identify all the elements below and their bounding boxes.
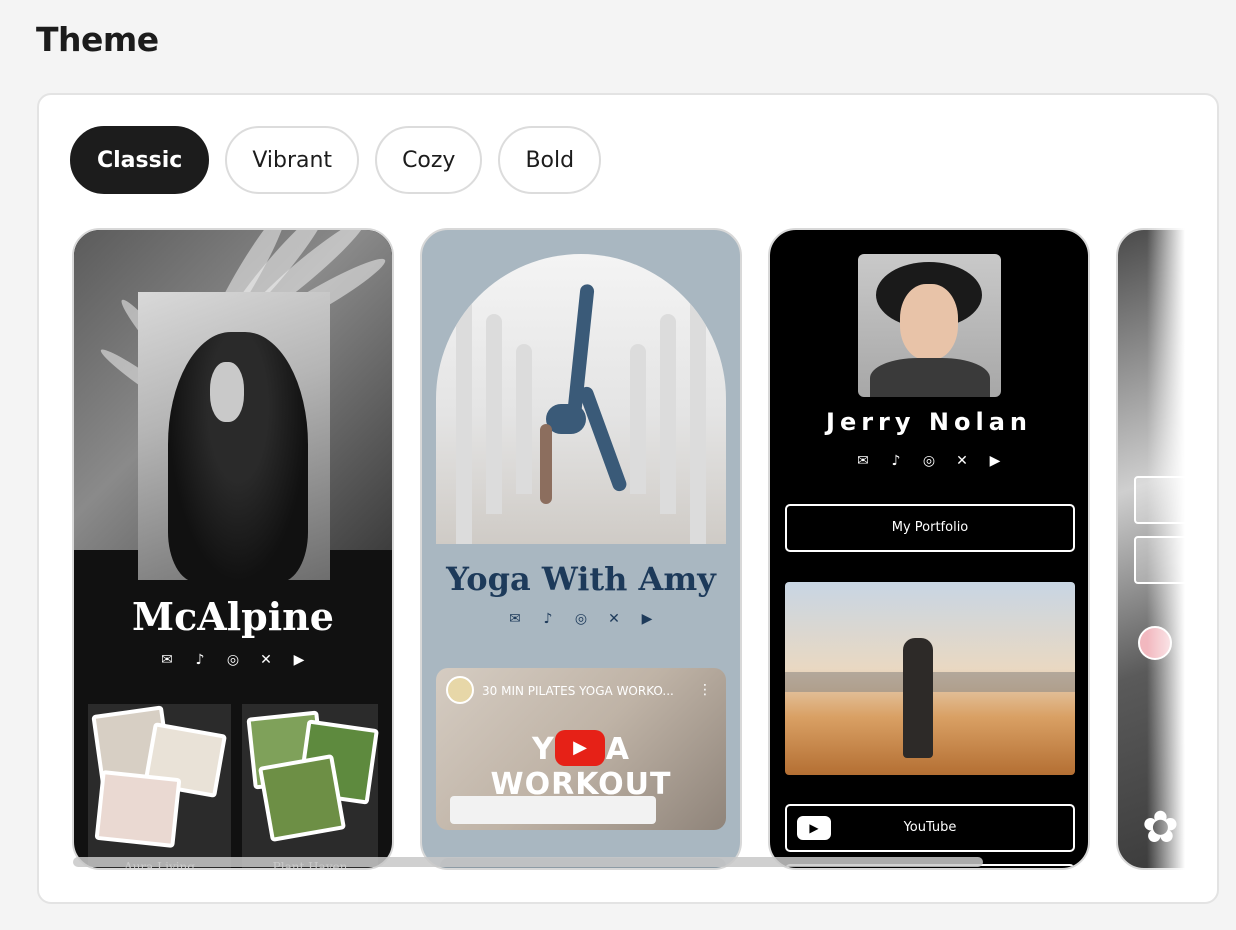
tab-classic[interactable]: Classic <box>70 126 210 194</box>
social-links: ✉ ♪ ◎ ✕ ▶ <box>74 651 392 670</box>
theme-card-mcalpine[interactable]: McAlpine ✉ ♪ ◎ ✕ ▶ Aura Living Plant Hav… <box>72 228 394 870</box>
instagram-icon[interactable]: ◎ <box>224 651 243 670</box>
link-tile[interactable]: Aura Living <box>88 704 231 868</box>
mail-icon[interactable]: ✉ <box>506 610 525 629</box>
carousel-scrollbar[interactable] <box>73 857 983 867</box>
mail-icon[interactable]: ✉ <box>158 651 177 670</box>
tiktok-icon[interactable]: ♪ <box>191 651 210 670</box>
profile-photo <box>858 254 1001 397</box>
video-embed[interactable]: 30 MIN PILATES YOGA WORKO... ⋮ YOGA WORK… <box>436 668 726 830</box>
desert-photo <box>785 582 1075 775</box>
channel-avatar <box>446 676 474 704</box>
mail-icon[interactable]: ✉ <box>854 452 873 471</box>
instagram-icon[interactable]: ◎ <box>920 452 939 471</box>
play-button-icon[interactable]: ▶ <box>555 730 605 766</box>
video-title: 30 MIN PILATES YOGA WORKO... <box>482 684 674 698</box>
profile-name: Jerry Nolan <box>826 408 1032 436</box>
youtube-icon[interactable]: ▶ <box>986 452 1005 471</box>
tiktok-icon[interactable]: ♪ <box>887 452 906 471</box>
profile-photo <box>138 292 330 580</box>
youtube-icon[interactable]: ▶ <box>290 651 309 670</box>
x-icon[interactable]: ✕ <box>953 452 972 471</box>
profile-name: Yoga With Amy <box>446 560 716 598</box>
x-icon[interactable]: ✕ <box>605 610 624 629</box>
instagram-icon[interactable]: ◎ <box>572 610 591 629</box>
tab-cozy[interactable]: Cozy <box>375 126 483 194</box>
social-links: ✉ ♪ ◎ ✕ ▶ <box>422 610 740 629</box>
portfolio-link-button[interactable]: My Portfolio <box>785 504 1075 552</box>
theme-tabs: Classic Vibrant Cozy Bold <box>70 126 602 194</box>
theme-panel: Classic Vibrant Cozy Bold McAlpine ✉ ♪ ◎… <box>37 93 1219 904</box>
link-tile[interactable]: Plant Haven <box>242 704 379 868</box>
x-icon[interactable]: ✕ <box>257 651 276 670</box>
tab-bold[interactable]: Bold <box>498 126 602 194</box>
youtube-link-button[interactable]: ▶ YouTube <box>785 804 1075 852</box>
tab-vibrant[interactable]: Vibrant <box>225 126 360 194</box>
theme-carousel: McAlpine ✉ ♪ ◎ ✕ ▶ Aura Living Plant Hav… <box>72 228 1187 872</box>
arch-photo <box>436 254 726 544</box>
theme-card-yoga[interactable]: Yoga With Amy ✉ ♪ ◎ ✕ ▶ 30 MIN PILATES Y… <box>420 228 742 870</box>
tiktok-icon[interactable]: ♪ <box>539 610 558 629</box>
theme-card-jerry[interactable]: Jerry Nolan ✉ ♪ ◎ ✕ ▶ My Portfolio ▶ You… <box>768 228 1090 870</box>
button-label: YouTube <box>903 820 957 835</box>
carousel-fade <box>1147 228 1187 872</box>
profile-name: McAlpine <box>132 594 334 639</box>
social-links: ✉ ♪ ◎ ✕ ▶ <box>770 452 1088 471</box>
more-options-icon[interactable]: ⋮ <box>698 682 712 698</box>
youtube-icon[interactable]: ▶ <box>638 610 657 629</box>
youtube-icon: ▶ <box>797 816 831 840</box>
page-title: Theme <box>36 20 159 59</box>
